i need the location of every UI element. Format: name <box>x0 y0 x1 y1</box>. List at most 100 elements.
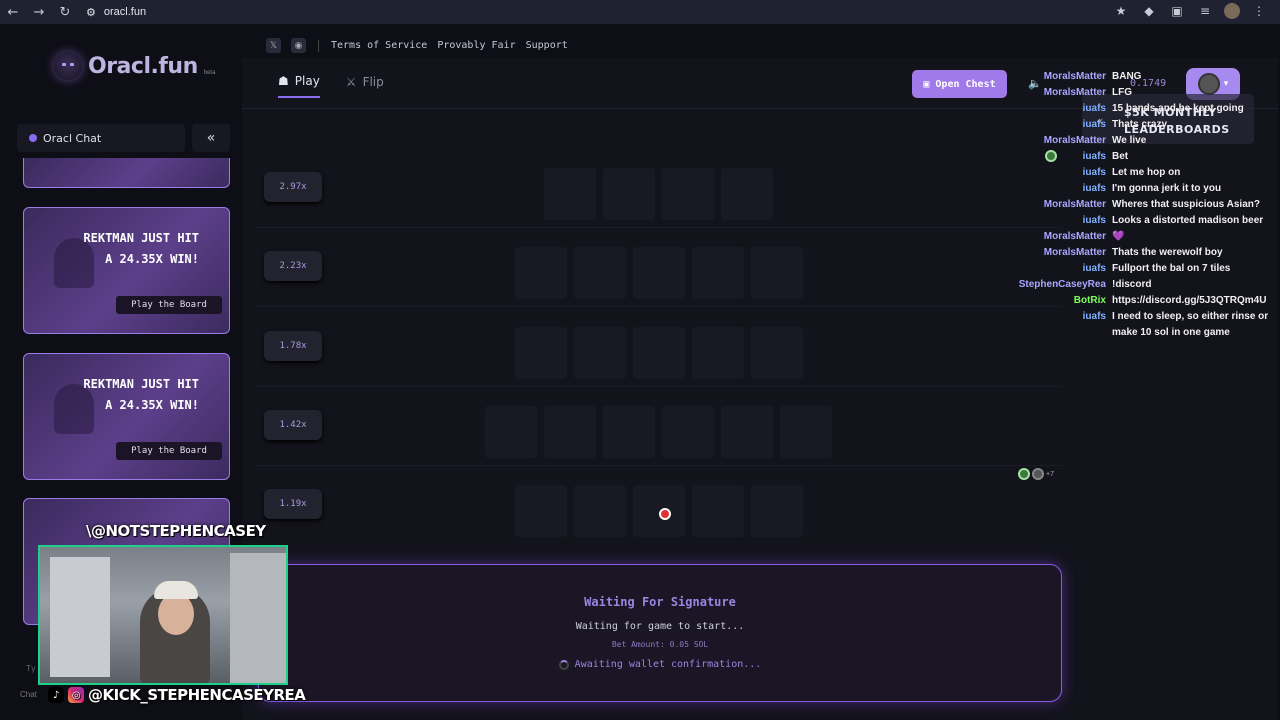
board-tile[interactable] <box>603 406 655 458</box>
board-tile[interactable] <box>544 168 596 220</box>
puzzle-icon[interactable]: ▣ <box>1168 2 1186 20</box>
board-tile[interactable] <box>751 327 803 379</box>
board-row: 2.97x <box>256 154 1062 228</box>
tab-list-icon[interactable]: ≡ <box>1196 2 1214 20</box>
stream-chat-message: iuafs Thats crazy <box>1012 117 1276 133</box>
open-chest-label: Open Chest <box>935 78 996 90</box>
players-indicator: +7 <box>1018 468 1054 480</box>
cam-handle-text: \@NOTSTEPHENCASEY <box>86 522 266 540</box>
forward-icon[interactable]: → <box>26 1 52 23</box>
chat-message-text: Fullport the bal on 7 tiles <box>1112 263 1231 274</box>
board-tile[interactable] <box>662 406 714 458</box>
multiplier-badge: 1.19x <box>264 489 322 519</box>
logo-beta: beta <box>203 70 216 76</box>
open-chest-button[interactable]: ▣ Open Chest <box>912 70 1007 98</box>
awaiting-status: Awaiting wallet confirmation... <box>558 659 762 670</box>
chat-username: iuafs <box>1082 119 1106 130</box>
address-bar[interactable]: ⚙ oracl.fun <box>86 6 146 19</box>
multiplier-badge: 2.97x <box>264 172 322 202</box>
tab-play[interactable]: ☗ Play <box>278 74 320 98</box>
stream-chat-message: MoralsMatter Wheres that suspicious Asian… <box>1012 197 1276 213</box>
chat-input-label: Chat <box>20 690 37 699</box>
board-tile[interactable] <box>603 168 655 220</box>
chat-message-text: I need to sleep, so either rinse or <box>1112 311 1269 322</box>
awaiting-text: Awaiting wallet confirmation... <box>574 659 762 670</box>
webcam-feed <box>38 545 288 685</box>
board-tile[interactable] <box>574 247 626 299</box>
board-tile[interactable] <box>751 485 803 537</box>
board-tile[interactable] <box>633 327 685 379</box>
chat-message-text: 15 bands and he kept going <box>1112 103 1244 114</box>
stream-chat-message: iuafs Bet <box>1012 149 1276 165</box>
chat-message-text: Thats crazy <box>1112 119 1168 130</box>
win-card-text: REKTMAN JUST HIT A 24.35X WIN! <box>83 231 199 266</box>
chat-username: iuafs <box>1082 167 1106 178</box>
board-tile[interactable] <box>721 168 773 220</box>
board-tile[interactable] <box>633 247 685 299</box>
board-tile[interactable] <box>485 406 537 458</box>
chest-icon: ▣ <box>923 78 930 90</box>
chat-username: StephenCaseyRea <box>1018 279 1106 290</box>
ghost-icon: ☗ <box>278 74 289 88</box>
board-tile[interactable] <box>721 406 773 458</box>
browser-toolbar: ← → ↻ ⚙ oracl.fun ★ ◆ ▣ ≡ ⋮ <box>0 0 1280 24</box>
chat-message-text: 💜 <box>1112 231 1125 242</box>
cam-person-face <box>158 593 194 635</box>
game-tabs: ☗ Play ⚔ Flip <box>278 74 384 98</box>
stream-chat-overlay: MoralsMatter BANG MoralsMatter LFG iuafs 15 b… <box>1012 69 1276 341</box>
board-tile[interactable] <box>515 327 567 379</box>
waiting-panel: Waiting For Signature Waiting for game t… <box>258 564 1062 702</box>
board-row: 1.42x <box>256 392 1062 466</box>
board-tile[interactable] <box>780 406 832 458</box>
board-tile[interactable] <box>574 327 626 379</box>
chat-message-text: https://discord.gg/5J3QTRQm4U <box>1112 295 1267 306</box>
tab-label: Play <box>294 74 320 88</box>
extension-icon[interactable]: ◆ <box>1140 2 1158 20</box>
play-board-button[interactable]: Play the Board <box>116 296 222 314</box>
win-card-text: REKTMAN JUST HIT A 24.35X WIN! <box>83 377 199 412</box>
stream-chat-message: MoralsMatter We live <box>1012 133 1276 149</box>
play-board-button[interactable]: Play the Board <box>116 442 222 460</box>
chat-username: MoralsMatter <box>1043 247 1106 258</box>
chat-icon <box>29 134 37 142</box>
discord-icon[interactable]: ◉ <box>291 38 306 53</box>
terms-link[interactable]: Terms of Service <box>331 40 427 51</box>
url-text: oracl.fun <box>103 6 147 18</box>
logo[interactable]: Oracl.fun beta <box>54 52 215 80</box>
browser-menu-icon[interactable]: ⋮ <box>1250 2 1268 20</box>
logo-text: Oracl.fun <box>88 53 198 79</box>
chat-message-text: Looks a distorted madison beer <box>1112 215 1264 226</box>
board-tile[interactable] <box>692 247 744 299</box>
back-icon[interactable]: ← <box>0 1 26 23</box>
tab-label: Flip <box>362 75 384 89</box>
provably-fair-link[interactable]: Provably Fair <box>437 40 515 51</box>
support-link[interactable]: Support <box>526 40 568 51</box>
x-twitter-icon[interactable]: 𝕏 <box>266 38 281 53</box>
bookmark-star-icon[interactable]: ★ <box>1112 2 1130 20</box>
board-tile[interactable] <box>574 485 626 537</box>
site-settings-icon[interactable]: ⚙ <box>86 6 96 19</box>
chat-username: iuafs <box>1082 183 1106 194</box>
cam-background-shelf <box>50 557 110 677</box>
reload-icon[interactable]: ↻ <box>52 1 78 23</box>
stream-chat-message: MoralsMatter LFG <box>1012 85 1276 101</box>
sidebar-card-partial <box>23 158 230 188</box>
chat-username: MoralsMatter <box>1043 199 1106 210</box>
players-extra-count: +7 <box>1046 470 1054 478</box>
chat-message-text: Let me hop on <box>1112 167 1181 178</box>
board-tile[interactable] <box>515 485 567 537</box>
collapse-chat-button[interactable]: « <box>192 124 230 152</box>
chat-username: MoralsMatter <box>1043 71 1106 82</box>
board-tile[interactable] <box>692 327 744 379</box>
stream-chat-message: StephenCaseyRea !discord <box>1012 277 1276 293</box>
stream-chat-message: MoralsMatter 💜 <box>1012 229 1276 245</box>
profile-avatar[interactable] <box>1224 3 1240 19</box>
board-tile[interactable] <box>544 406 596 458</box>
chat-input-partial[interactable]: Ty <box>26 664 36 673</box>
board-tile[interactable] <box>751 247 803 299</box>
board-tile[interactable] <box>515 247 567 299</box>
chat-username: MoralsMatter <box>1043 87 1106 98</box>
board-tile[interactable] <box>662 168 714 220</box>
board-tile[interactable] <box>692 485 744 537</box>
tab-flip[interactable]: ⚔ Flip <box>346 74 384 98</box>
